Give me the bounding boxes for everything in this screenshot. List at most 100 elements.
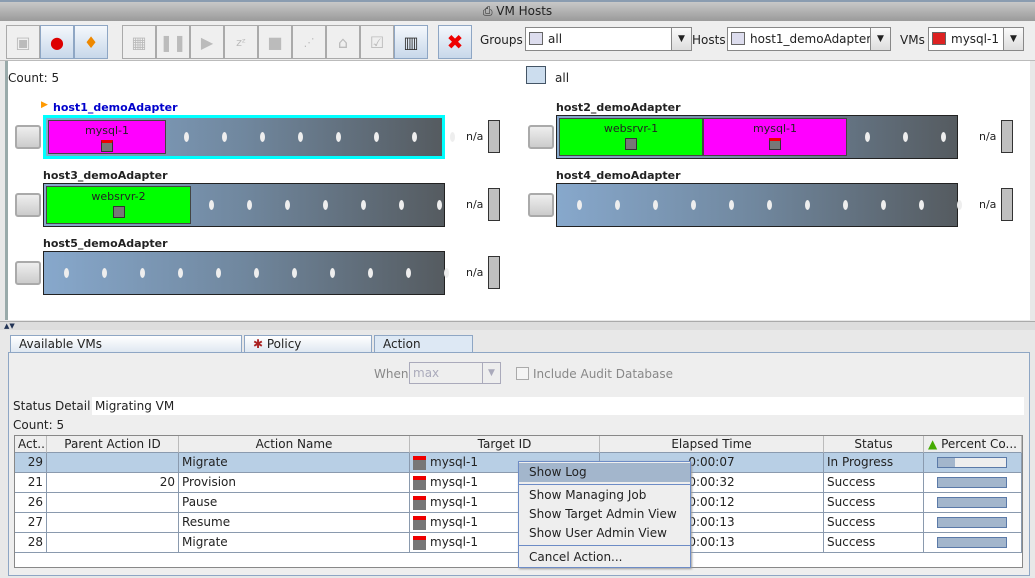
slot-indicator [254,268,259,278]
host-name[interactable]: host4_demoAdapter [556,169,681,182]
cell-text: Pause [182,495,218,509]
host-name[interactable]: host3_demoAdapter [43,169,168,182]
migrate-button[interactable]: ▦ [122,25,156,59]
slot-indicator [767,200,772,210]
toggle-view-button[interactable]: ▥ [394,25,428,59]
chevron-down-icon: ▼ [870,28,890,50]
vm-name: websrvr-1 [603,122,659,135]
cell-id: 27 [15,513,47,533]
cancel-button[interactable]: ✖ [438,25,472,59]
agent-button[interactable]: ♦ [74,25,108,59]
cell-text: mysql-1 [430,455,478,469]
cell-text: mysql-1 [430,495,478,509]
vms-select[interactable]: mysql-1 ▼ [928,27,1024,51]
stop-button[interactable]: ■ [258,25,292,59]
column-label: Target ID [477,437,532,451]
column-header[interactable]: Action Name [179,436,410,453]
add-host-button[interactable]: ▣ [6,25,40,59]
groups-select[interactable]: all ▼ [525,27,692,51]
column-header[interactable]: Status [824,436,924,453]
when-select[interactable]: max ▼ [409,362,501,384]
chevron-down-icon: ▼ [482,363,500,383]
splitter[interactable]: ▲▼ [0,321,1035,330]
column-header[interactable]: Target ID [410,436,600,453]
column-label: Parent Action ID [64,437,161,451]
host-name[interactable]: host1_demoAdapter [53,101,178,114]
vm-icon [932,32,946,45]
hosts-select[interactable]: host1_demoAdapter ▼ [727,27,891,51]
slot-indicator [222,132,227,142]
slot-indicator [247,200,252,210]
host-server-icon [15,261,41,285]
vm-block[interactable]: websrvr-2 [46,186,191,224]
host-name[interactable]: host2_demoAdapter [556,101,681,114]
host-bar[interactable]: websrvr-2 [43,183,445,227]
progress-fill [938,478,1006,487]
cell-text: Migrate [182,535,228,549]
cell-percent [924,493,1022,513]
approve-button[interactable]: ☑ [360,25,394,59]
cell-text: 26 [27,495,43,509]
when-value: max [413,366,440,380]
column-header[interactable]: Parent Action ID [47,436,179,453]
tab-action-history[interactable]: Action History [374,335,473,368]
host-bar[interactable] [556,183,962,227]
status-detail-label: Status Detail [13,399,91,413]
menu-item-show-managing-job[interactable]: Show Managing Job [519,486,690,505]
cell-text: mysql-1 [430,515,478,529]
menu-item-cancel-action[interactable]: Cancel Action... [519,548,690,567]
vm-block[interactable]: mysql-1 [703,118,847,156]
selected-arrow-icon: ▶ [41,100,48,110]
cell-percent [924,533,1022,553]
cell-text: 28 [27,535,43,549]
cell-action: Provision [179,473,410,493]
slot-indicator [437,200,442,210]
cell-parent [47,533,179,553]
cell-parent [47,493,179,513]
column-header[interactable]: Elapsed Time [600,436,824,453]
include-audit-checkbox[interactable] [516,367,529,380]
host-name[interactable]: host5_demoAdapter [43,237,168,250]
provision-button[interactable]: ⌂ [326,25,360,59]
group-icon [526,66,546,84]
menu-item-show-user-admin-view[interactable]: Show User Admin View [519,524,690,543]
column-label: Action Name [255,437,333,451]
cell-id: 29 [15,453,47,473]
slot-indicator [323,200,328,210]
cell-percent [924,473,1022,493]
remove-host-button[interactable]: ● [40,25,74,59]
window-title: VM Hosts [496,4,553,18]
slot-indicator [729,200,734,210]
cell-status: Success [824,473,924,493]
cell-status: Success [824,493,924,513]
host-bar[interactable]: mysql-1 [43,115,455,159]
slot-indicator [919,200,924,210]
tab-policy[interactable]: ✱ Policy Debugger [244,335,372,368]
progress-fill [938,498,1006,507]
host-bar[interactable] [43,251,449,295]
host-bar[interactable]: websrvr-1 mysql-1 [556,115,958,159]
toolbar: ▣ ● ♦ ▦ ❚❚ ▶ zᶻ ■ ⋰ ⌂ ☑ ▥ ✖ Groups all ▼ … [0,21,1035,61]
cell-text: 29 [27,455,43,469]
column-header[interactable]: ▲ Percent Co... [924,436,1022,453]
slot-indicator [292,268,297,278]
vm-block[interactable]: mysql-1 [48,120,166,154]
slot-indicator [399,200,404,210]
column-header[interactable]: Act... [15,436,47,453]
slot-indicator [805,200,810,210]
slot-indicator [285,200,290,210]
suspend-button[interactable]: zᶻ [224,25,258,59]
vm-block[interactable]: websrvr-1 [559,118,703,156]
play-button[interactable]: ▶ [190,25,224,59]
tab-available[interactable]: Available VMs (host1_demoAdapter) [10,335,242,368]
menu-item-show-target-admin-view[interactable]: Show Target Admin View [519,505,690,524]
host-load-label: n/a [466,130,484,143]
menu-item-show-log[interactable]: Show Log [519,463,690,482]
slot-indicator [406,268,411,278]
vm-name: websrvr-2 [91,190,146,203]
host-load-gauge [1001,120,1013,153]
pause-button[interactable]: ❚❚ [156,25,190,59]
cell-text: Provision [182,475,237,489]
cell-action: Pause [179,493,410,513]
restart-button[interactable]: ⋰ [292,25,326,59]
